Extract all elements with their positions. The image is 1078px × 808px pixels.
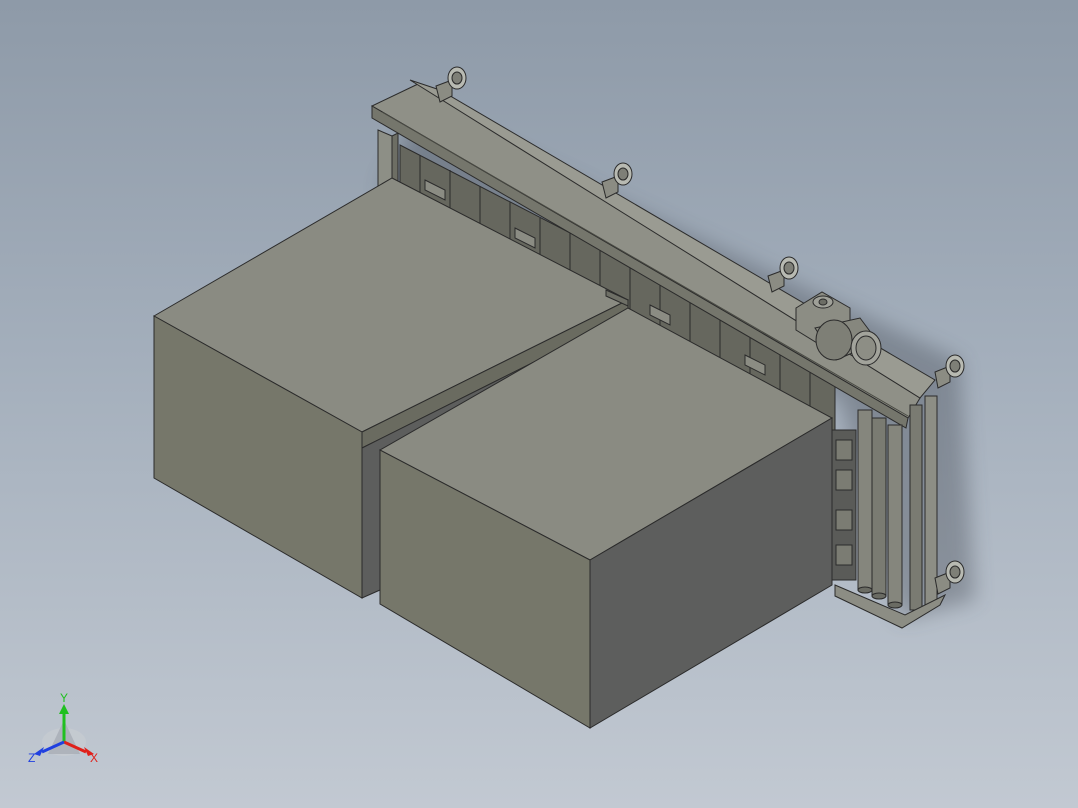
graphics-viewport[interactable]: Y X Z	[0, 0, 1078, 808]
y-axis-label: Y	[60, 691, 68, 705]
side-slots	[831, 429, 857, 581]
z-axis-label: Z	[28, 751, 35, 765]
cad-model-scene[interactable]	[0, 0, 1078, 808]
x-axis-label: X	[90, 751, 98, 765]
y-axis-arrow	[59, 704, 69, 714]
coordinate-triad: Y X Z	[28, 691, 98, 765]
mounting-eyelet-1[interactable]	[435, 66, 467, 103]
support-pipes	[857, 395, 938, 611]
mounting-eyelet-2[interactable]	[601, 162, 633, 199]
